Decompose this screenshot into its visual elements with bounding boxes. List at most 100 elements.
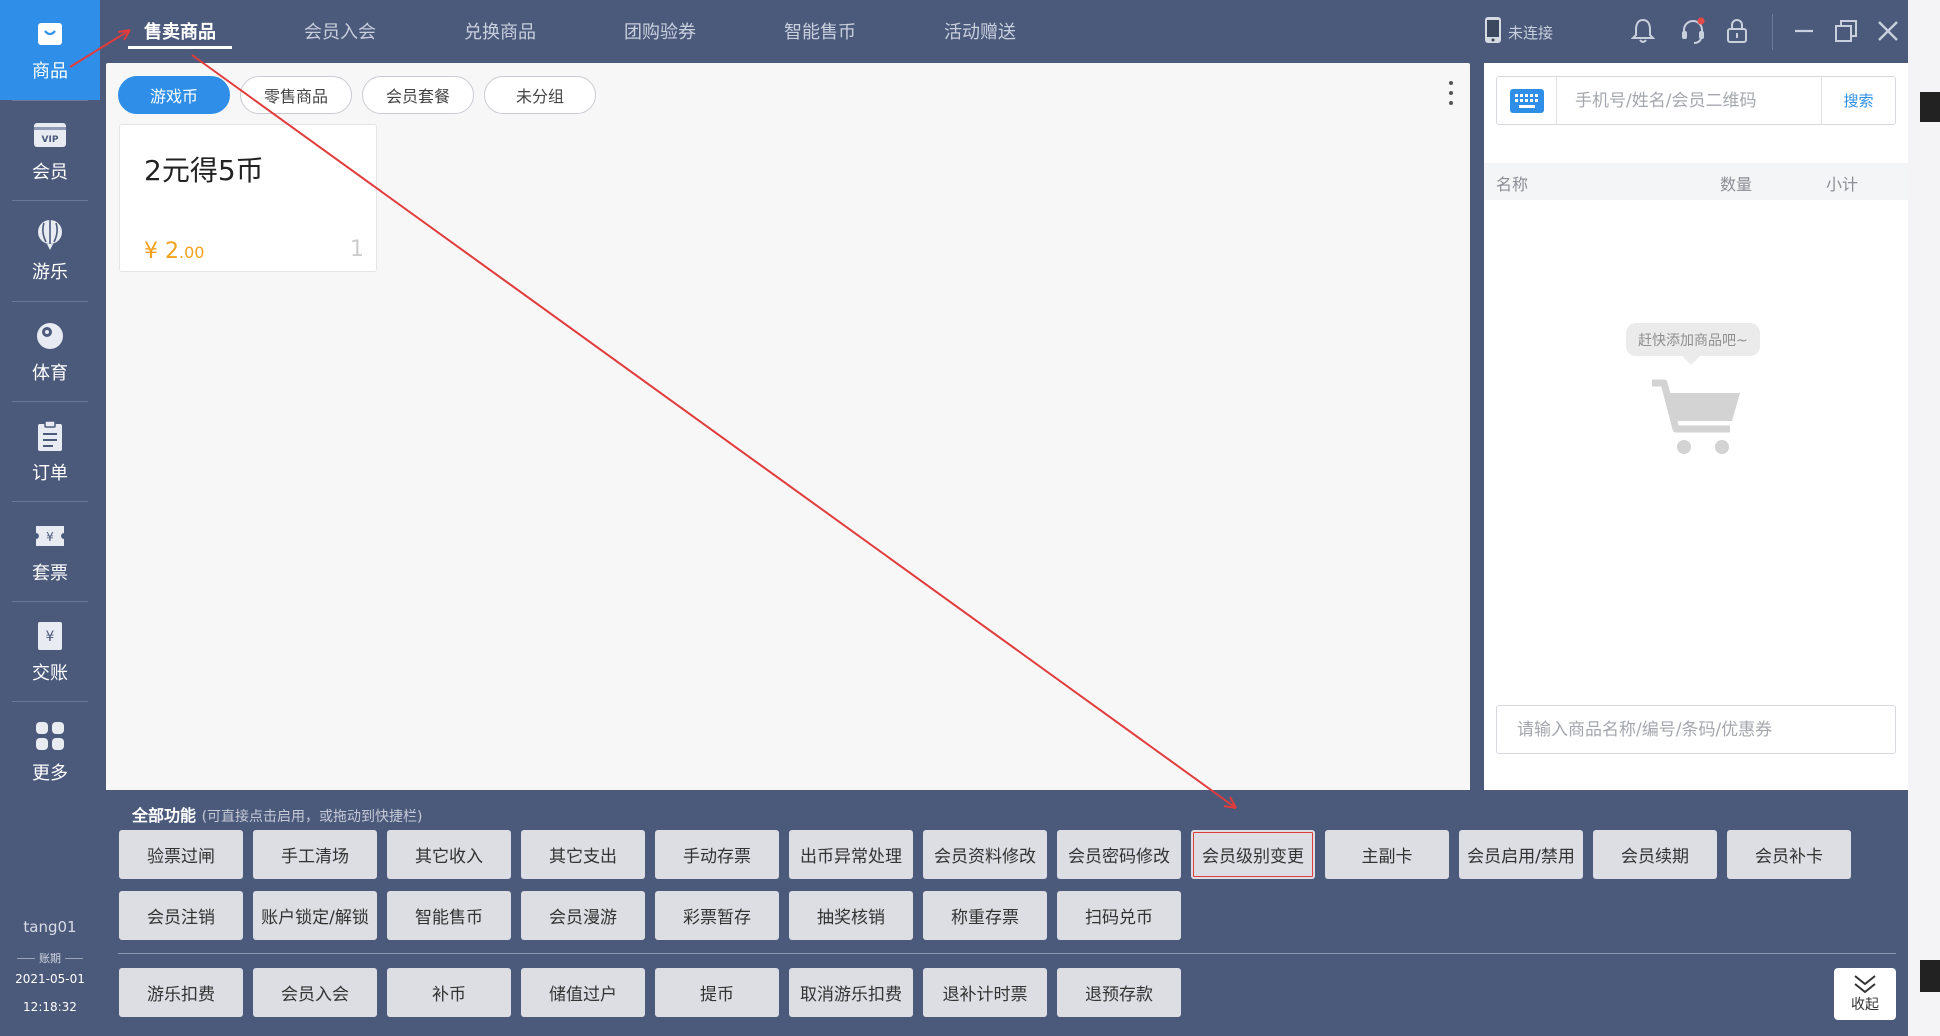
divider [118, 953, 1896, 954]
period-time: 12:18:32 [23, 1000, 77, 1014]
price-decimal: .00 [179, 243, 205, 262]
svg-text:¥: ¥ [46, 530, 54, 544]
period-label: 账期 [0, 950, 100, 966]
product-card[interactable]: 2元得5币 ¥ 2.00 1 [119, 124, 377, 272]
price-currency: ¥ [144, 239, 158, 264]
collapse-button[interactable]: 收起 [1834, 968, 1896, 1020]
sidebar: 商品 VIP 会员 游乐 体育 订单 ¥ 套票 ¥ 交账 更多 tang01 账… [0, 0, 100, 1036]
lock-icon[interactable] [1720, 14, 1754, 48]
user-block: tang01 账期 2021-05-01 12:18:32 [0, 918, 100, 1014]
shortcut-cancel-amusement-charge[interactable]: 取消游乐扣费 [789, 968, 913, 1017]
close-icon[interactable] [1871, 14, 1905, 48]
sidebar-item-package-ticket[interactable]: ¥ 套票 [0, 502, 100, 602]
sidebar-item-orders[interactable]: 订单 [0, 402, 100, 502]
tab-member-join[interactable]: 会员入会 [260, 0, 420, 62]
fn-prize-verify[interactable]: 抽奖核销 [789, 891, 913, 940]
sidebar-item-handover[interactable]: ¥ 交账 [0, 602, 100, 702]
shortcut-withdraw-coin[interactable]: 提币 [655, 968, 779, 1017]
fn-other-income[interactable]: 其它收入 [387, 830, 511, 879]
category-game-coin[interactable]: 游戏币 [118, 76, 230, 114]
tab-group-coupon[interactable]: 团购验券 [580, 0, 740, 62]
tab-smart-coin-sale[interactable]: 智能售币 [740, 0, 900, 62]
fn-ticket-gate[interactable]: 验票过闸 [119, 830, 243, 879]
fn-member-cancel[interactable]: 会员注销 [119, 891, 243, 940]
member-search-input[interactable] [1557, 78, 1821, 123]
fn-smart-coin-sale[interactable]: 智能售币 [387, 891, 511, 940]
fn-lottery-deposit[interactable]: 彩票暂存 [655, 891, 779, 940]
sidebar-item-label: 套票 [32, 563, 68, 584]
bell-icon[interactable] [1626, 14, 1660, 48]
sidebar-item-member[interactable]: VIP 会员 [0, 101, 100, 201]
sidebar-item-sports[interactable]: 体育 [0, 302, 100, 402]
fn-main-sub-card[interactable]: 主副卡 [1325, 830, 1449, 879]
vip-card-icon: VIP [33, 118, 67, 152]
customer-service-icon[interactable] [1676, 14, 1710, 48]
fn-member-enable-disable[interactable]: 会员启用/禁用 [1459, 830, 1583, 879]
sidebar-item-label: 游乐 [32, 262, 68, 283]
fn-member-card-reissue[interactable]: 会员补卡 [1727, 830, 1851, 879]
fn-weigh-deposit[interactable]: 称重存票 [923, 891, 1047, 940]
sidebar-item-label: 体育 [32, 363, 68, 384]
clipboard-icon [33, 419, 67, 453]
device-status[interactable]: 未连接 [1484, 16, 1553, 48]
device-status-text: 未连接 [1508, 23, 1554, 42]
grid-icon [33, 719, 67, 753]
fn-scan-redeem-coin[interactable]: 扫码兑币 [1057, 891, 1181, 940]
shopping-bag-icon [33, 17, 67, 51]
period-date: 2021-05-01 [15, 972, 85, 986]
function-title-text: 全部功能 [132, 806, 197, 825]
tab-sell-goods[interactable]: 售卖商品 [100, 0, 260, 62]
fn-member-renew[interactable]: 会员续期 [1593, 830, 1717, 879]
fn-coin-exception[interactable]: 出币异常处理 [789, 830, 913, 879]
product-name: 2元得5币 [144, 154, 264, 187]
product-price: ¥ 2.00 [144, 239, 204, 264]
member-search-box: 搜索 [1496, 76, 1896, 125]
fn-manual-clear[interactable]: 手工清场 [253, 830, 377, 879]
top-tabs: 售卖商品 会员入会 兑换商品 团购验券 智能售币 活动赠送 [100, 0, 1060, 62]
billiard-ball-icon [33, 319, 67, 353]
category-ungrouped[interactable]: 未分组 [484, 76, 596, 114]
search-button[interactable]: 搜索 [1821, 77, 1895, 124]
shopping-cart-icon [1650, 379, 1742, 463]
category-member-package[interactable]: 会员套餐 [362, 76, 474, 114]
shortcut-refund-prepaid[interactable]: 退预存款 [1057, 968, 1181, 1017]
fn-member-info-edit[interactable]: 会员资料修改 [923, 830, 1047, 879]
sidebar-item-label: 商品 [32, 61, 68, 82]
keyboard-button[interactable] [1497, 77, 1557, 124]
cart-panel: 搜索 名称 数量 小计 赶快添加商品吧~ [1484, 63, 1908, 793]
restore-icon[interactable] [1829, 14, 1863, 48]
minimize-icon[interactable] [1787, 14, 1821, 48]
sidebar-item-label: 会员 [32, 162, 68, 183]
sidebar-item-more[interactable]: 更多 [0, 702, 100, 802]
function-panel-title: 全部功能 (可直接点击启用，或拖动到快捷栏) [132, 802, 423, 826]
fn-member-roaming[interactable]: 会员漫游 [521, 891, 645, 940]
phone-icon [1484, 16, 1502, 48]
tab-event-gift[interactable]: 活动赠送 [900, 0, 1060, 62]
category-retail-goods[interactable]: 零售商品 [240, 76, 352, 114]
sidebar-item-label: 更多 [32, 763, 68, 784]
price-integer: 2 [165, 239, 179, 264]
shortcut-refund-timed-ticket[interactable]: 退补计时票 [923, 968, 1047, 1017]
cart-table-header: 名称 数量 小计 [1484, 163, 1908, 200]
fn-other-expense[interactable]: 其它支出 [521, 830, 645, 879]
fn-member-password-edit[interactable]: 会员密码修改 [1057, 830, 1181, 879]
tab-redeem-goods[interactable]: 兑换商品 [420, 0, 580, 62]
fn-member-level-change[interactable]: 会员级别变更 [1191, 830, 1315, 879]
balloon-icon [33, 218, 67, 252]
column-name: 名称 [1496, 175, 1529, 194]
edge-strip [1908, 0, 1940, 1036]
shortcut-add-coin[interactable]: 补币 [387, 968, 511, 1017]
function-hint: (可直接点击启用，或拖动到快捷栏) [201, 809, 423, 825]
shortcut-member-join[interactable]: 会员入会 [253, 968, 377, 1017]
more-menu-icon[interactable] [1446, 81, 1456, 105]
sidebar-item-goods[interactable]: 商品 [0, 0, 100, 100]
chevron-double-down-icon [1854, 975, 1876, 994]
fn-manual-ticket-deposit[interactable]: 手动存票 [655, 830, 779, 879]
category-bar: 游戏币 零售商品 会员套餐 未分组 [118, 76, 596, 114]
fn-account-lock[interactable]: 账户锁定/解锁 [253, 891, 377, 940]
shortcut-balance-transfer[interactable]: 储值过户 [521, 968, 645, 1017]
shortcut-amusement-charge[interactable]: 游乐扣费 [119, 968, 243, 1017]
product-search-input[interactable] [1496, 705, 1896, 754]
sidebar-item-amusement[interactable]: 游乐 [0, 201, 100, 301]
sidebar-item-label: 交账 [32, 663, 68, 684]
